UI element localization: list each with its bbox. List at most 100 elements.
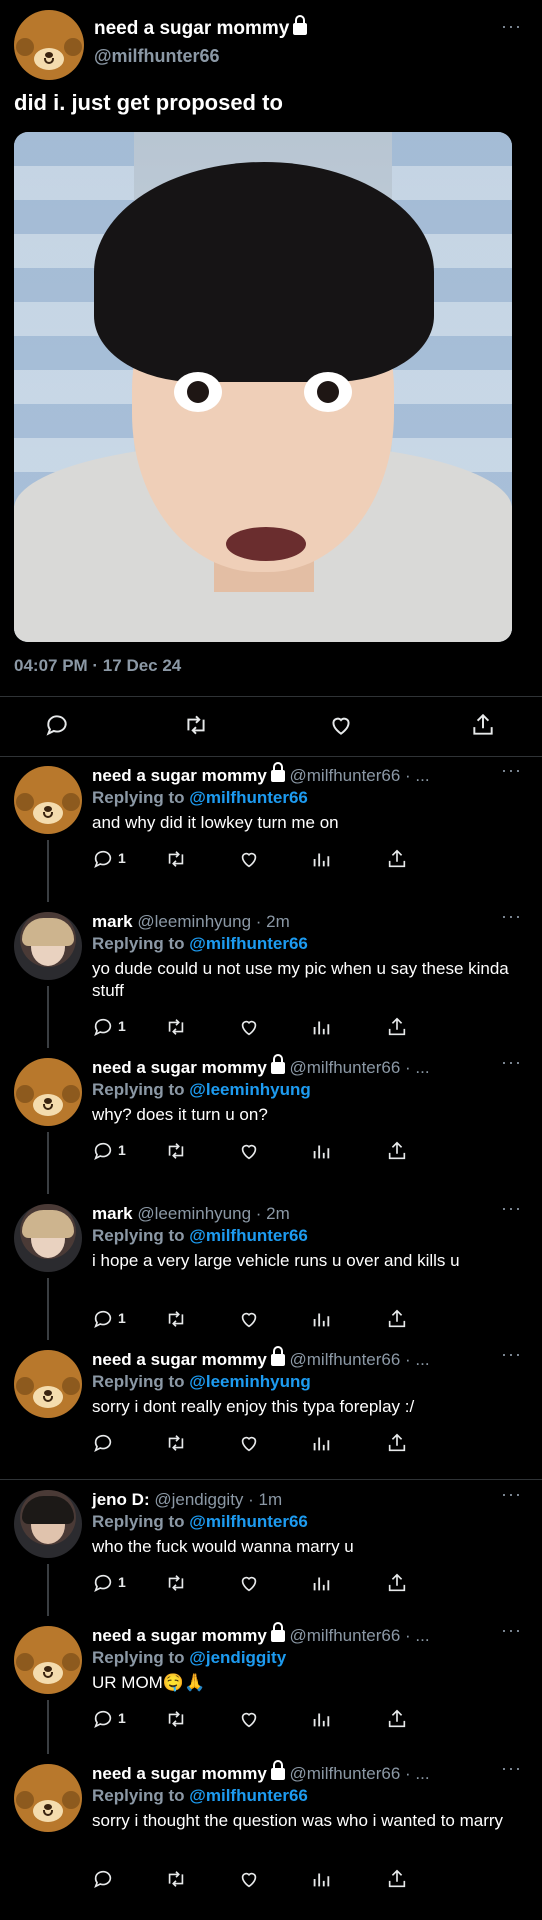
heart-icon[interactable] <box>238 1308 260 1330</box>
display-name[interactable]: need a sugar mommy <box>92 1350 267 1369</box>
reply-icon[interactable]: 1 <box>92 1572 126 1594</box>
display-name[interactable]: mark <box>92 1204 133 1223</box>
reply-tweet[interactable]: need a sugar mommy @milfhunter66 · ... ·… <box>0 1754 542 1920</box>
reply-icon[interactable] <box>92 1432 114 1454</box>
mention-link[interactable]: @leeminhyung <box>189 1372 310 1391</box>
author-name-row[interactable]: need a sugar mommy @milfhunter66 · ... <box>92 1346 430 1370</box>
heart-icon[interactable] <box>238 1432 260 1454</box>
more-options-icon[interactable]: ··· <box>501 1620 522 1641</box>
share-icon[interactable] <box>386 1572 408 1594</box>
avatar[interactable] <box>14 1626 82 1694</box>
more-options-icon[interactable]: ··· <box>501 760 522 781</box>
views-icon[interactable] <box>310 1308 332 1330</box>
display-name[interactable]: need a sugar mommy <box>92 1626 267 1645</box>
mention-link[interactable]: @milfhunter66 <box>189 1512 308 1531</box>
avatar[interactable] <box>14 1058 82 1126</box>
author-handle[interactable]: @milfhunter66 · ... <box>290 766 430 785</box>
retweet-icon[interactable] <box>182 712 210 738</box>
share-icon[interactable] <box>470 712 496 738</box>
reply-tweet[interactable]: jeno D: @jendiggity · 1m ··· Replying to… <box>0 1480 542 1616</box>
mention-link[interactable]: @milfhunter66 <box>189 1786 308 1805</box>
retweet-icon[interactable] <box>164 1016 188 1038</box>
heart-icon[interactable] <box>238 1140 260 1162</box>
author-name-row[interactable]: need a sugar mommy @milfhunter66 · ... <box>92 1760 430 1784</box>
retweet-icon[interactable] <box>164 848 188 870</box>
more-options-icon[interactable]: ··· <box>501 16 522 37</box>
heart-icon[interactable] <box>238 1708 260 1730</box>
display-name[interactable]: need a sugar mommy <box>94 18 289 39</box>
mention-link[interactable]: @milfhunter66 <box>189 1226 308 1245</box>
views-icon[interactable] <box>310 1140 332 1162</box>
retweet-icon[interactable] <box>164 1308 188 1330</box>
share-icon[interactable] <box>386 1140 408 1162</box>
avatar[interactable] <box>14 912 82 980</box>
reply-icon[interactable]: 1 <box>92 1140 126 1162</box>
more-options-icon[interactable]: ··· <box>501 1758 522 1779</box>
author-handle[interactable]: @milfhunter66 · ... <box>290 1626 430 1645</box>
avatar[interactable] <box>14 1490 82 1558</box>
author-name-row[interactable]: need a sugar mommy @milfhunter66 · ... <box>92 762 430 786</box>
heart-icon[interactable] <box>238 1572 260 1594</box>
more-options-icon[interactable]: ··· <box>501 1052 522 1073</box>
display-name[interactable]: need a sugar mommy <box>92 1058 267 1077</box>
reply-tweet[interactable]: mark @leeminhyung · 2m ··· Replying to @… <box>0 1194 542 1340</box>
retweet-icon[interactable] <box>164 1708 188 1730</box>
author-handle[interactable]: @milfhunter66 <box>94 46 220 67</box>
retweet-icon[interactable] <box>164 1868 188 1890</box>
heart-icon[interactable] <box>238 848 260 870</box>
reply-icon[interactable]: 1 <box>92 1016 126 1038</box>
display-name[interactable]: need a sugar mommy <box>92 766 267 785</box>
views-icon[interactable] <box>310 1572 332 1594</box>
reply-icon[interactable] <box>44 712 70 738</box>
avatar[interactable] <box>14 1764 82 1832</box>
author-handle[interactable]: @milfhunter66 · ... <box>290 1764 430 1783</box>
views-icon[interactable] <box>310 848 332 870</box>
display-name[interactable]: mark <box>92 912 133 931</box>
author-handle[interactable]: @leeminhyung · 2m <box>137 1204 289 1223</box>
reply-tweet[interactable]: need a sugar mommy @milfhunter66 · ... ·… <box>0 756 542 902</box>
mention-link[interactable]: @milfhunter66 <box>189 788 308 807</box>
views-icon[interactable] <box>310 1432 332 1454</box>
avatar[interactable] <box>14 10 84 80</box>
reply-icon[interactable] <box>92 1868 114 1890</box>
share-icon[interactable] <box>386 848 408 870</box>
share-icon[interactable] <box>386 1308 408 1330</box>
retweet-icon[interactable] <box>164 1572 188 1594</box>
heart-icon[interactable] <box>238 1868 260 1890</box>
reply-icon[interactable]: 1 <box>92 1708 126 1730</box>
tweet-photo[interactable] <box>14 132 512 642</box>
avatar[interactable] <box>14 1350 82 1418</box>
share-icon[interactable] <box>386 1432 408 1454</box>
reply-tweet[interactable]: mark @leeminhyung · 2m ··· Replying to @… <box>0 902 542 1048</box>
more-options-icon[interactable]: ··· <box>501 1198 522 1219</box>
share-icon[interactable] <box>386 1708 408 1730</box>
heart-icon[interactable] <box>238 1016 260 1038</box>
retweet-icon[interactable] <box>164 1432 188 1454</box>
share-icon[interactable] <box>386 1016 408 1038</box>
more-options-icon[interactable]: ··· <box>501 1484 522 1505</box>
reply-icon[interactable]: 1 <box>92 1308 126 1330</box>
reply-tweet[interactable]: need a sugar mommy @milfhunter66 · ... ·… <box>0 1616 542 1754</box>
mention-link[interactable]: @milfhunter66 <box>189 934 308 953</box>
author-name-row[interactable]: need a sugar mommy @milfhunter66 · ... <box>92 1054 430 1078</box>
more-options-icon[interactable]: ··· <box>501 906 522 927</box>
reply-icon[interactable]: 1 <box>92 848 126 870</box>
retweet-icon[interactable] <box>164 1140 188 1162</box>
author-name-row[interactable]: need a sugar mommy @milfhunter66 · ... <box>92 1622 430 1646</box>
author-name-row[interactable]: mark @leeminhyung · 2m <box>92 912 290 932</box>
avatar[interactable] <box>14 1204 82 1272</box>
author-name-row[interactable]: mark @leeminhyung · 2m <box>92 1204 290 1224</box>
display-name[interactable]: jeno D: <box>92 1490 150 1509</box>
author-name-row[interactable]: jeno D: @jendiggity · 1m <box>92 1490 282 1510</box>
views-icon[interactable] <box>310 1016 332 1038</box>
mention-link[interactable]: @jendiggity <box>189 1648 286 1667</box>
author-handle[interactable]: @leeminhyung · 2m <box>137 912 289 931</box>
author-handle[interactable]: @milfhunter66 · ... <box>290 1350 430 1369</box>
reply-tweet[interactable]: need a sugar mommy @milfhunter66 · ... ·… <box>0 1048 542 1194</box>
more-options-icon[interactable]: ··· <box>501 1344 522 1365</box>
views-icon[interactable] <box>310 1708 332 1730</box>
views-icon[interactable] <box>310 1868 332 1890</box>
reply-tweet[interactable]: need a sugar mommy @milfhunter66 · ... ·… <box>0 1340 542 1480</box>
author-handle[interactable]: @jendiggity · 1m <box>154 1490 282 1509</box>
display-name[interactable]: need a sugar mommy <box>92 1764 267 1783</box>
